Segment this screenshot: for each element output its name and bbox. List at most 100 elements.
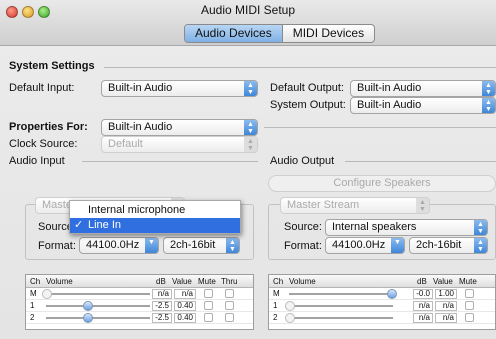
- channel-label: M: [30, 289, 37, 298]
- output-source-label: Source:: [284, 221, 322, 233]
- col-db: dB: [417, 277, 427, 286]
- default-output-popup[interactable]: Built-in Audio ▲ ▼: [350, 80, 496, 97]
- volume-slider-track: [289, 293, 393, 295]
- system-settings-heading: System Settings: [9, 60, 95, 72]
- output-source-value: Internal speakers: [332, 221, 417, 233]
- output-volume-table: Ch Volume dB Value Mute M -0.0 1.00 1 n/a n/a…: [268, 274, 496, 330]
- value-field[interactable]: n/a: [435, 301, 457, 311]
- volume-slider-knob[interactable]: [83, 313, 93, 323]
- audio-input-heading: Audio Input: [9, 155, 65, 167]
- chevron-down-icon: ▼: [391, 238, 404, 253]
- input-format-bits-popup[interactable]: 2ch-16bit ▲ ▼: [163, 237, 240, 254]
- mute-checkbox[interactable]: [465, 289, 474, 298]
- db-field[interactable]: n/a: [413, 301, 433, 311]
- volume-slider-knob[interactable]: [83, 301, 93, 311]
- divider: [82, 161, 258, 162]
- input-format-rate-value: 44100.0Hz: [86, 239, 140, 251]
- chevron-updown-icon: ▲▼: [482, 81, 495, 96]
- table-body: M -0.0 1.00 1 n/a n/a 2 n/a n/a: [269, 288, 495, 324]
- value-field[interactable]: 1.00: [435, 289, 457, 299]
- default-input-popup[interactable]: Built-in Audio ▲ ▼: [101, 80, 258, 97]
- channel-label: 2: [30, 313, 35, 322]
- mute-checkbox[interactable]: [465, 301, 474, 310]
- tab-midi-devices[interactable]: MIDI Devices: [283, 25, 374, 42]
- value-field[interactable]: n/a: [174, 289, 196, 299]
- tab-audio-devices[interactable]: Audio Devices: [185, 25, 283, 42]
- col-ch: Ch: [30, 277, 41, 286]
- table-row: Mn/a n/a: [26, 288, 253, 300]
- db-field[interactable]: -2.5: [152, 313, 172, 323]
- configure-speakers-button[interactable]: Configure Speakers: [268, 175, 496, 192]
- default-output-label: Default Output:: [270, 82, 344, 94]
- properties-for-value: Built-in Audio: [108, 121, 173, 133]
- channel-label: 1: [273, 301, 278, 310]
- output-format-bits-popup[interactable]: 2ch-16bit ▲ ▼: [409, 237, 488, 254]
- output-stream-value: Master Stream: [287, 199, 360, 211]
- table-row: M -0.0 1.00: [269, 288, 495, 300]
- chevron-updown-icon: ▲▼: [474, 220, 487, 235]
- title-bar: Audio MIDI Setup Audio Devices MIDI Devi…: [0, 0, 496, 46]
- audio-midi-setup-window: Audio MIDI Setup Audio Devices MIDI Devi…: [0, 0, 496, 339]
- table-row: 1 n/a n/a: [269, 300, 495, 312]
- default-input-value: Built-in Audio: [108, 82, 173, 94]
- table-row: 1 -2.5 0.40: [26, 300, 253, 312]
- system-output-label: System Output:: [270, 99, 346, 111]
- col-volume: Volume: [289, 277, 316, 286]
- table-row: 2 n/a n/a: [269, 312, 495, 324]
- chevron-updown-icon: ▲▼: [482, 98, 495, 113]
- table-row: 2 -2.5 0.40: [26, 312, 253, 324]
- thru-checkbox[interactable]: [225, 301, 234, 310]
- properties-for-label: Properties For:: [9, 121, 88, 133]
- value-field[interactable]: 0.40: [174, 313, 196, 323]
- value-field[interactable]: n/a: [435, 313, 457, 323]
- output-format-label: Format:: [284, 240, 322, 252]
- menu-item-line-in[interactable]: ✓ Line In: [70, 218, 240, 233]
- properties-for-popup[interactable]: Built-in Audio ▲ ▼: [101, 119, 258, 136]
- default-input-label: Default Input:: [9, 82, 75, 94]
- mute-checkbox[interactable]: [204, 289, 213, 298]
- clock-source-value: Default: [108, 138, 143, 150]
- volume-slider-knob: [285, 313, 295, 323]
- col-ch: Ch: [273, 277, 284, 286]
- output-format-rate-popup[interactable]: 44100.0Hz ▼: [325, 237, 405, 254]
- volume-slider-track: [46, 293, 150, 295]
- volume-slider-track: [46, 305, 150, 307]
- volume-slider-track: [46, 317, 150, 319]
- output-stream-popup: Master Stream ▲ ▼: [280, 197, 430, 214]
- db-field[interactable]: -0.0: [413, 289, 433, 299]
- col-db: dB: [156, 277, 166, 286]
- clock-source-popup: Default ▲ ▼: [101, 136, 258, 153]
- db-field[interactable]: -2.5: [152, 301, 172, 311]
- default-output-value: Built-in Audio: [357, 82, 422, 94]
- col-value: Value: [433, 277, 453, 286]
- chevron-down-icon: ▼: [145, 238, 158, 253]
- window-title: Audio MIDI Setup: [200, 3, 296, 17]
- audio-output-heading: Audio Output: [270, 155, 335, 167]
- menu-item-label: Line In: [88, 219, 122, 231]
- input-format-rate-popup[interactable]: 44100.0Hz ▼: [79, 237, 159, 254]
- output-source-popup[interactable]: Internal speakers ▲ ▼: [325, 219, 488, 236]
- system-output-popup[interactable]: Built-in Audio ▲ ▼: [350, 97, 496, 114]
- menu-item-internal-microphone[interactable]: Internal microphone: [70, 203, 240, 218]
- col-mute: Mute: [198, 277, 216, 286]
- db-field[interactable]: n/a: [152, 289, 172, 299]
- input-source-menu: Internal microphone ✓ Line In: [69, 200, 241, 234]
- input-format-label: Format:: [38, 240, 76, 252]
- col-volume: Volume: [46, 277, 73, 286]
- channel-label: M: [273, 289, 280, 298]
- thru-checkbox[interactable]: [225, 289, 234, 298]
- divider: [264, 127, 496, 128]
- mute-checkbox[interactable]: [204, 313, 213, 322]
- divider: [345, 161, 496, 162]
- channel-label: 1: [30, 301, 35, 310]
- thru-checkbox[interactable]: [225, 313, 234, 322]
- menu-item-label: Internal microphone: [88, 204, 186, 216]
- db-field[interactable]: n/a: [413, 313, 433, 323]
- mute-checkbox[interactable]: [465, 313, 474, 322]
- mute-checkbox[interactable]: [204, 301, 213, 310]
- divider: [104, 67, 496, 68]
- volume-slider-knob[interactable]: [387, 289, 397, 299]
- chevron-updown-icon: ▲▼: [226, 238, 239, 253]
- clock-source-label: Clock Source:: [9, 138, 78, 150]
- value-field[interactable]: 0.40: [174, 301, 196, 311]
